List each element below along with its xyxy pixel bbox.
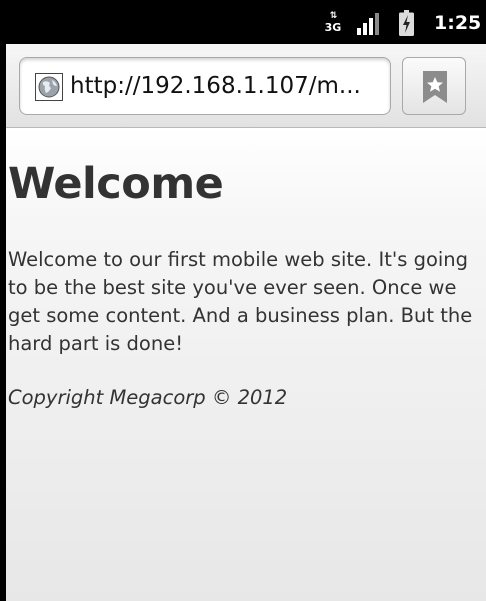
url-text[interactable]: http://192.168.1.107/m... xyxy=(70,58,382,114)
status-clock: 1:25 xyxy=(434,12,482,34)
bookmark-button[interactable] xyxy=(402,57,466,115)
browser-window: ⇅ 3G 1:25 http://192.168.1.107/m... Welc… xyxy=(6,0,486,601)
copyright-notice: Copyright Megacorp © 2012 xyxy=(8,386,288,409)
page-heading: Welcome xyxy=(8,159,224,209)
network-3g-icon: ⇅ 3G xyxy=(324,12,342,34)
intro-paragraph: Welcome to our first mobile web site. It… xyxy=(8,248,473,355)
globe-icon xyxy=(35,73,63,101)
url-bar[interactable]: http://192.168.1.107/m... xyxy=(19,57,391,115)
data-arrows-icon: ⇅ xyxy=(329,11,338,21)
browser-toolbar: http://192.168.1.107/m... xyxy=(6,44,486,128)
bookmark-star-icon xyxy=(423,71,447,103)
battery-charging-icon xyxy=(399,10,414,36)
page-content: Welcome Welcome to our first mobile web … xyxy=(6,128,486,601)
network-type-label: 3G xyxy=(324,21,342,34)
signal-strength-icon xyxy=(357,13,379,35)
status-bar: ⇅ 3G 1:25 xyxy=(6,0,486,44)
